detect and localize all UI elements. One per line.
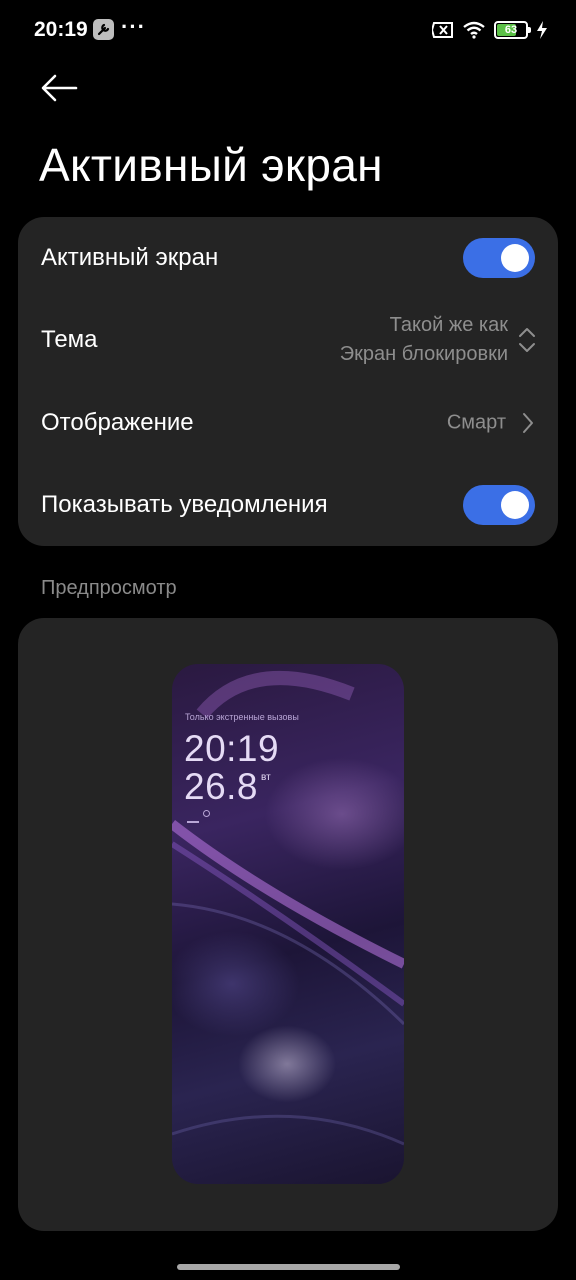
theme-value-line1: Такой же как [389, 314, 508, 336]
no-sim-icon [432, 22, 453, 38]
preview-card: Только экстренные вызовы 20:19 26.8 вт [18, 618, 558, 1231]
notifications-row[interactable]: Показывать уведомления [18, 464, 558, 546]
battery-level: 63 [504, 24, 518, 36]
preview-weekday: вт [261, 772, 271, 783]
display-row[interactable]: Отображение Смарт [18, 382, 558, 464]
notifications-toggle[interactable] [463, 485, 535, 525]
theme-label: Тема [41, 326, 98, 353]
preview-clock: 20:19 [184, 728, 280, 769]
always-on-row[interactable]: Активный экран [18, 217, 558, 299]
always-on-toggle[interactable] [463, 238, 535, 278]
settings-card: Активный экран Тема Такой же как Экран б… [18, 217, 558, 546]
notifications-label: Показывать уведомления [41, 491, 328, 518]
page-title: Активный экран [39, 139, 383, 191]
display-value: Смарт [446, 411, 506, 434]
preview-date: 26.8 [184, 766, 259, 807]
wrench-icon [93, 19, 114, 40]
preview-section-label: Предпросмотр [41, 577, 177, 599]
status-icons: 63 [432, 18, 548, 42]
status-bar: 20:19 ··· 63 [0, 0, 576, 60]
toggle-knob [501, 244, 529, 272]
emergency-calls-text: Только экстренные вызовы [185, 712, 299, 722]
arrow-left-icon[interactable] [40, 70, 80, 106]
toggle-knob [501, 491, 529, 519]
status-time: 20:19 [34, 18, 88, 41]
wifi-icon [463, 21, 485, 39]
more-notifications-indicator: ··· [121, 14, 146, 39]
home-indicator[interactable] [177, 1264, 400, 1270]
up-down-chevron-icon [519, 328, 535, 352]
preview-status-bar-line [187, 821, 199, 823]
always-on-label: Активный экран [41, 244, 219, 271]
theme-value-line2: Экран блокировки [339, 343, 508, 365]
display-label: Отображение [41, 409, 194, 436]
charging-bolt-icon [537, 21, 547, 39]
always-on-preview: Только экстренные вызовы 20:19 26.8 вт [172, 664, 404, 1184]
theme-row[interactable]: Тема Такой же как Экран блокировки [18, 299, 558, 381]
preview-status-dot [203, 810, 210, 817]
battery-icon: 63 [494, 21, 531, 39]
chevron-right-icon [523, 413, 533, 433]
theme-value: Такой же как Экран блокировки [340, 311, 508, 369]
